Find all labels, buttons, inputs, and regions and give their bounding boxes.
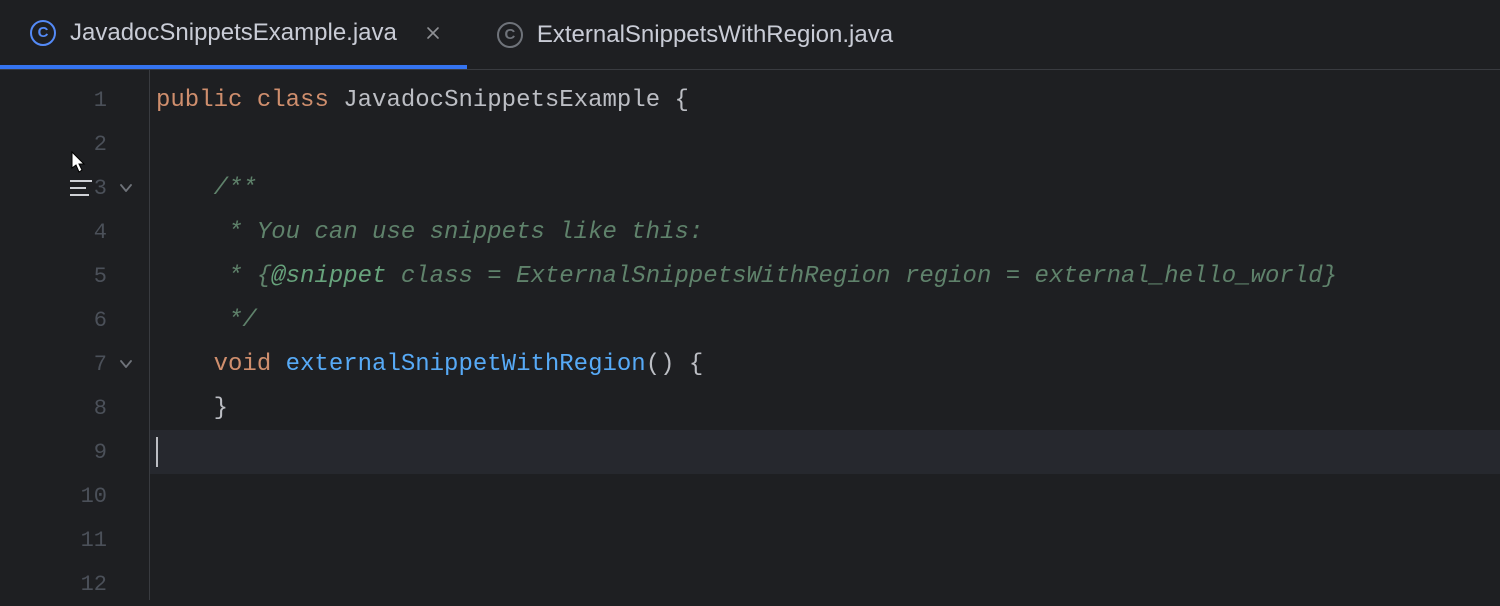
code-line[interactable]: * {@snippet class = ExternalSnippetsWith… <box>150 254 1500 298</box>
line-number: 7 <box>73 352 107 377</box>
line-number: 10 <box>73 484 107 509</box>
code-line[interactable] <box>150 122 1500 166</box>
tab-external-snippets-with-region[interactable]: C ExternalSnippetsWithRegion.java <box>467 0 915 69</box>
class-icon: C <box>30 20 56 46</box>
code-line[interactable]: void externalSnippetWithRegion() { <box>150 342 1500 386</box>
rendered-view-icon[interactable] <box>70 180 92 196</box>
gutter: 1 2 3 4 5 6 <box>0 70 150 600</box>
code-line[interactable]: } <box>150 386 1500 430</box>
tab-bar: C JavadocSnippetsExample.java C External… <box>0 0 1500 70</box>
gutter-row[interactable]: 5 <box>0 254 149 298</box>
code-line-current[interactable] <box>150 430 1500 474</box>
text-caret <box>156 437 158 467</box>
line-number: 5 <box>73 264 107 289</box>
gutter-row[interactable]: 8 <box>0 386 149 430</box>
chevron-down-icon[interactable] <box>116 354 136 374</box>
gutter-row[interactable]: 3 <box>0 166 149 210</box>
gutter-row[interactable]: 7 <box>0 342 149 386</box>
code-line[interactable] <box>150 518 1500 562</box>
line-number: 9 <box>73 440 107 465</box>
code-line[interactable] <box>150 562 1500 606</box>
line-number: 11 <box>73 528 107 553</box>
line-number: 12 <box>73 572 107 597</box>
gutter-row[interactable]: 1 <box>0 78 149 122</box>
tab-label: ExternalSnippetsWithRegion.java <box>537 21 893 49</box>
close-icon[interactable] <box>421 21 445 45</box>
code-line[interactable]: * You can use snippets like this: <box>150 210 1500 254</box>
gutter-row[interactable]: 11 <box>0 518 149 562</box>
code-line[interactable]: */ <box>150 298 1500 342</box>
code-line[interactable]: /** <box>150 166 1500 210</box>
code-area[interactable]: public class JavadocSnippetsExample { /*… <box>150 70 1500 600</box>
gutter-row[interactable]: 9 <box>0 430 149 474</box>
line-number: 4 <box>73 220 107 245</box>
line-number: 8 <box>73 396 107 421</box>
line-number: 1 <box>73 88 107 113</box>
code-line[interactable]: public class JavadocSnippetsExample { <box>150 78 1500 122</box>
code-line[interactable] <box>150 474 1500 518</box>
editor: 1 2 3 4 5 6 <box>0 70 1500 600</box>
gutter-row[interactable]: 6 <box>0 298 149 342</box>
gutter-row[interactable]: 12 <box>0 562 149 606</box>
class-icon: C <box>497 22 523 48</box>
gutter-row[interactable]: 2 <box>0 122 149 166</box>
chevron-down-icon[interactable] <box>116 178 136 198</box>
gutter-row[interactable]: 4 <box>0 210 149 254</box>
tab-label: JavadocSnippetsExample.java <box>70 19 397 47</box>
tab-javadoc-snippets-example[interactable]: C JavadocSnippetsExample.java <box>0 0 467 69</box>
line-number: 2 <box>73 132 107 157</box>
gutter-row[interactable]: 10 <box>0 474 149 518</box>
line-number: 6 <box>73 308 107 333</box>
